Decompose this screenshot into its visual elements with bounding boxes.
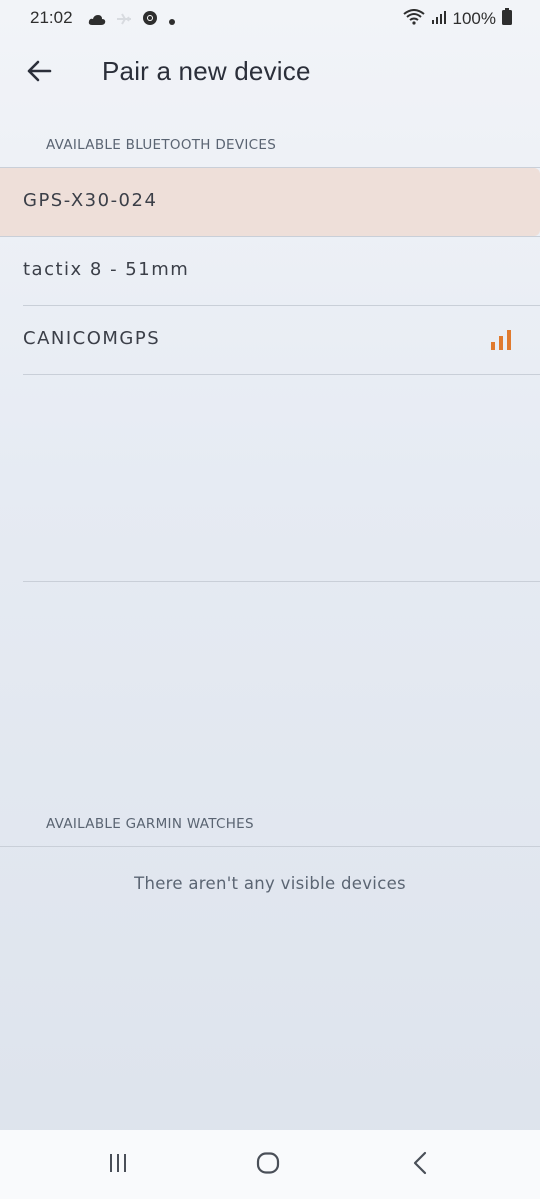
device-name: CANICOMGPS (23, 328, 161, 349)
recents-button[interactable] (94, 1148, 142, 1182)
home-button[interactable] (244, 1148, 292, 1182)
nav-back-button[interactable] (396, 1148, 444, 1182)
chrome-icon (142, 10, 158, 30)
cloud-icon (88, 11, 106, 30)
arrow-left-icon (26, 60, 52, 86)
navigation-bar (0, 1130, 540, 1199)
page-title: Pair a new device (102, 56, 311, 86)
status-bar: 21:02 100% (0, 0, 540, 36)
home-icon (256, 1152, 280, 1178)
divider (23, 581, 540, 582)
wifi-icon (402, 8, 425, 30)
app-bar: Pair a new device (0, 48, 540, 98)
back-button[interactable] (20, 56, 58, 90)
status-icons-right: 100% (402, 8, 512, 30)
divider (23, 374, 540, 375)
bluetooth-section-header: AVAILABLE BLUETOOTH DEVICES (46, 137, 277, 153)
status-icons-left (88, 10, 176, 30)
airplane-icon (116, 11, 132, 30)
empty-devices-message: There aren't any visible devices (134, 874, 406, 893)
device-name: tactix 8 - 51mm (23, 259, 190, 280)
back-chevron-icon (412, 1151, 428, 1179)
device-name: GPS-X30-024 (23, 190, 158, 211)
battery-icon (502, 8, 512, 30)
signal-bars-icon (490, 329, 514, 351)
status-time: 21:02 (30, 8, 73, 27)
cell-signal-icon (431, 9, 447, 29)
device-row-tactix-8[interactable]: tactix 8 - 51mm (0, 237, 540, 305)
recents-icon (107, 1153, 129, 1177)
device-row-canicomgps[interactable]: CANICOMGPS (0, 306, 540, 374)
garmin-section-header: AVAILABLE GARMIN WATCHES (46, 816, 254, 832)
device-row-gps-x30-024[interactable]: GPS-X30-024 (0, 168, 540, 236)
divider (0, 846, 540, 847)
dot-icon (168, 11, 176, 30)
battery-label: 100% (452, 9, 496, 28)
